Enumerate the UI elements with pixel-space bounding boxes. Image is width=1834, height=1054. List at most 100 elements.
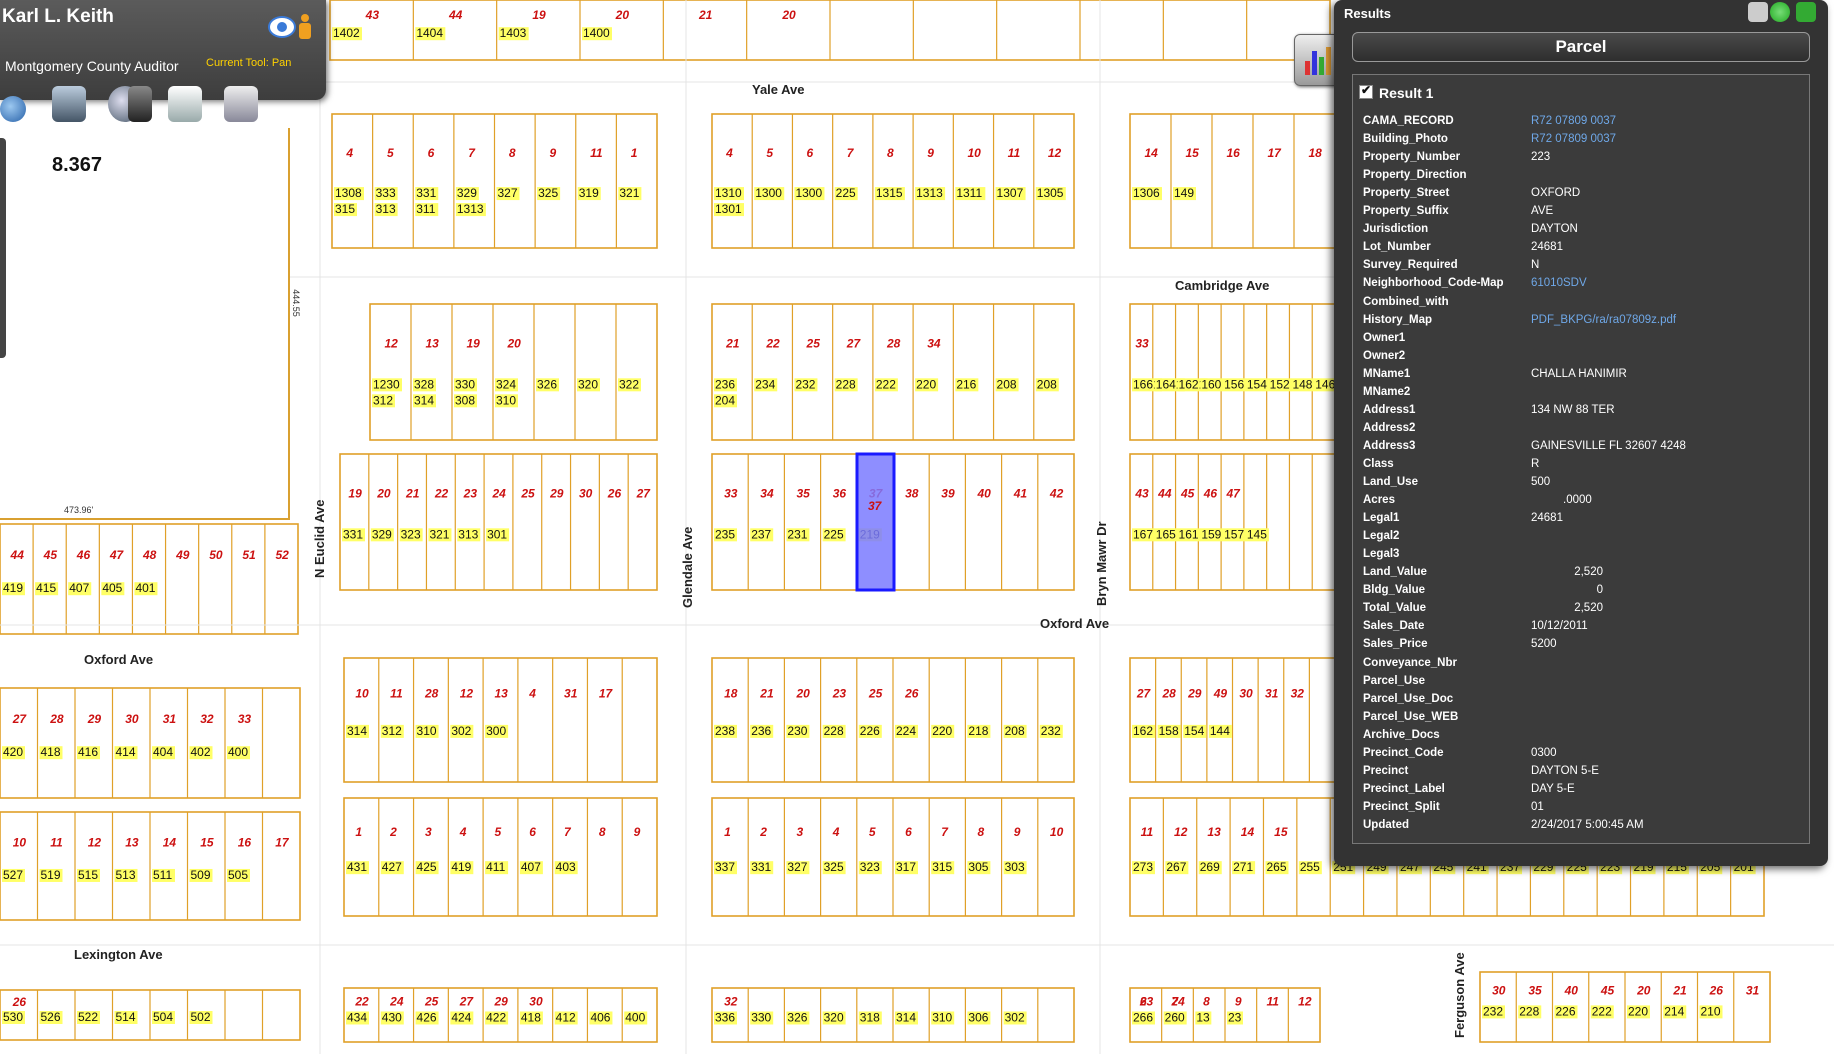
chart-icon[interactable] bbox=[224, 86, 258, 122]
address-label: 218 bbox=[968, 724, 988, 738]
lot-number: 8 bbox=[509, 146, 516, 160]
zoom-slider[interactable] bbox=[0, 138, 6, 358]
address-label: 156 bbox=[1224, 377, 1244, 391]
field-link[interactable]: PDF_BKPG/ra/ra07809z.pdf bbox=[1531, 314, 1676, 326]
block-b3: 14 15 16 17 18 1306 149 bbox=[1129, 113, 1336, 249]
address-label: 1301 bbox=[715, 202, 742, 216]
recycle-bin-icon[interactable] bbox=[168, 86, 202, 122]
address-label: 225 bbox=[836, 186, 856, 200]
address-label: 422 bbox=[486, 1010, 506, 1024]
auditor-name: Karl L. Keith bbox=[2, 6, 114, 27]
field-link[interactable]: 61010SDV bbox=[1531, 277, 1587, 289]
lot-number: 40 bbox=[977, 487, 992, 501]
address-label: 513 bbox=[116, 868, 136, 882]
lot-number: 27 bbox=[846, 337, 862, 351]
lot-number: 31 bbox=[1746, 983, 1760, 997]
selected-parcel[interactable] bbox=[855, 452, 896, 592]
address-label: 236 bbox=[751, 724, 771, 738]
field-value: GAINESVILLE FL 32607 4248 bbox=[1531, 439, 1686, 452]
field-link[interactable]: R72 07809 0037 bbox=[1531, 115, 1616, 127]
zoom-add-icon[interactable] bbox=[1770, 2, 1790, 22]
field-name: Owner1 bbox=[1363, 331, 1406, 344]
address-label: 329 bbox=[372, 527, 392, 541]
address-label: 1305 bbox=[1037, 186, 1064, 200]
address-label: 322 bbox=[619, 377, 639, 391]
field-name: Updated bbox=[1363, 818, 1409, 831]
parcel-header[interactable]: Parcel bbox=[1352, 32, 1810, 62]
address-label: 319 bbox=[579, 186, 599, 200]
block-b21: 32 336 330 326 320 318 314 310 306 302 bbox=[711, 987, 1075, 1043]
lot-number: 20 bbox=[376, 487, 391, 501]
address-label: 314 bbox=[414, 393, 434, 407]
eye-icon[interactable] bbox=[268, 16, 296, 38]
result-checkbox[interactable] bbox=[1359, 83, 1373, 99]
globe-icon[interactable] bbox=[0, 96, 26, 122]
lot-number: 15 bbox=[1274, 825, 1288, 839]
lot-number: 1 bbox=[631, 146, 638, 160]
field-value: DAYTON 5-E bbox=[1531, 764, 1599, 777]
address-label: 321 bbox=[619, 186, 639, 200]
address-label: 327 bbox=[787, 860, 807, 874]
lot-number: 3 bbox=[425, 825, 432, 839]
address-label: 226 bbox=[1556, 1004, 1576, 1018]
field-name: Precinct_Code bbox=[1363, 746, 1444, 759]
lot-number: 17 bbox=[1268, 146, 1283, 160]
lot-number: 2 bbox=[759, 825, 767, 839]
address-label: 1313 bbox=[916, 186, 943, 200]
person-icon[interactable] bbox=[298, 14, 312, 40]
field-value: 10/12/2011 bbox=[1531, 620, 1588, 633]
address-label: 1404 bbox=[416, 26, 443, 40]
binoculars-icon[interactable] bbox=[128, 86, 152, 122]
address-label: 326 bbox=[787, 1010, 807, 1024]
block-outline bbox=[339, 453, 658, 591]
selected-parcel-lot: 37 bbox=[868, 499, 883, 513]
agency-name: Montgomery County Auditor bbox=[5, 58, 179, 74]
address-label: 216 bbox=[956, 377, 976, 391]
field-name: Property_Street bbox=[1363, 187, 1450, 200]
lot-number: 8 bbox=[887, 146, 894, 160]
address-label: 160 bbox=[1201, 377, 1221, 391]
address-label: 527 bbox=[3, 868, 23, 882]
address-label: 310 bbox=[496, 393, 516, 407]
block-b10: 44 45 46 47 48 49 50 51 52 419 415 407 405 401 bbox=[0, 523, 299, 635]
address-label: 420 bbox=[3, 745, 23, 759]
field-row-land-value: Land_Value 2,520 bbox=[1363, 566, 1803, 584]
address-label: 165 bbox=[1156, 527, 1176, 541]
field-link[interactable]: R72 07809 0037 bbox=[1531, 133, 1616, 145]
lot-number: 48 bbox=[142, 548, 157, 562]
lot-number: 21 bbox=[1672, 983, 1687, 997]
address-label: 401 bbox=[135, 581, 155, 595]
address-label: 418 bbox=[41, 745, 61, 759]
address-label: 234 bbox=[755, 377, 775, 391]
lot-number: 31 bbox=[564, 687, 578, 701]
lot-number: 6 bbox=[807, 146, 814, 160]
address-label: 23 bbox=[1228, 1010, 1242, 1024]
lot-number: 30 bbox=[529, 994, 543, 1008]
lot-number: 11 bbox=[1267, 994, 1280, 1008]
address-label: 1230 bbox=[373, 377, 400, 391]
lot-number: 11 bbox=[590, 146, 603, 160]
computer-icon[interactable] bbox=[52, 86, 86, 122]
result-title[interactable]: Result 1 bbox=[1359, 83, 1433, 101]
address-label: 431 bbox=[347, 860, 367, 874]
address-label: 530 bbox=[3, 1010, 23, 1024]
field-row-land-use: Land_Use 500 bbox=[1363, 476, 1803, 494]
address-label: 1315 bbox=[876, 186, 903, 200]
field-name: Total_Value bbox=[1363, 602, 1427, 615]
lot-number: 26 bbox=[607, 487, 622, 501]
field-row-address3: Address3 GAINESVILLE FL 32607 4248 bbox=[1363, 440, 1803, 458]
address-label: 324 bbox=[496, 377, 516, 391]
print-icon[interactable] bbox=[1748, 2, 1768, 22]
field-row-parcel-use: Parcel_Use bbox=[1363, 675, 1803, 693]
lot-number: 24 bbox=[389, 994, 404, 1008]
field-row-legal2: Legal2 bbox=[1363, 530, 1803, 548]
address-label: 424 bbox=[451, 1010, 471, 1024]
block-b2: 4 5 6 7 8 9 10 11 12 1310 1300 1300 225 1315 1313 1311 1… bbox=[711, 113, 1075, 249]
lot-number: 47 bbox=[109, 548, 125, 562]
lot-number: 28 bbox=[424, 687, 439, 701]
lot-number: 4 bbox=[832, 825, 840, 839]
expand-icon[interactable] bbox=[1796, 2, 1816, 22]
address-label: 331 bbox=[416, 186, 436, 200]
address-label: 411 bbox=[486, 860, 505, 874]
block-b1: 4 5 6 7 8 9 11 11308 333 331 329 327 325 319 321315 313… bbox=[331, 113, 658, 249]
